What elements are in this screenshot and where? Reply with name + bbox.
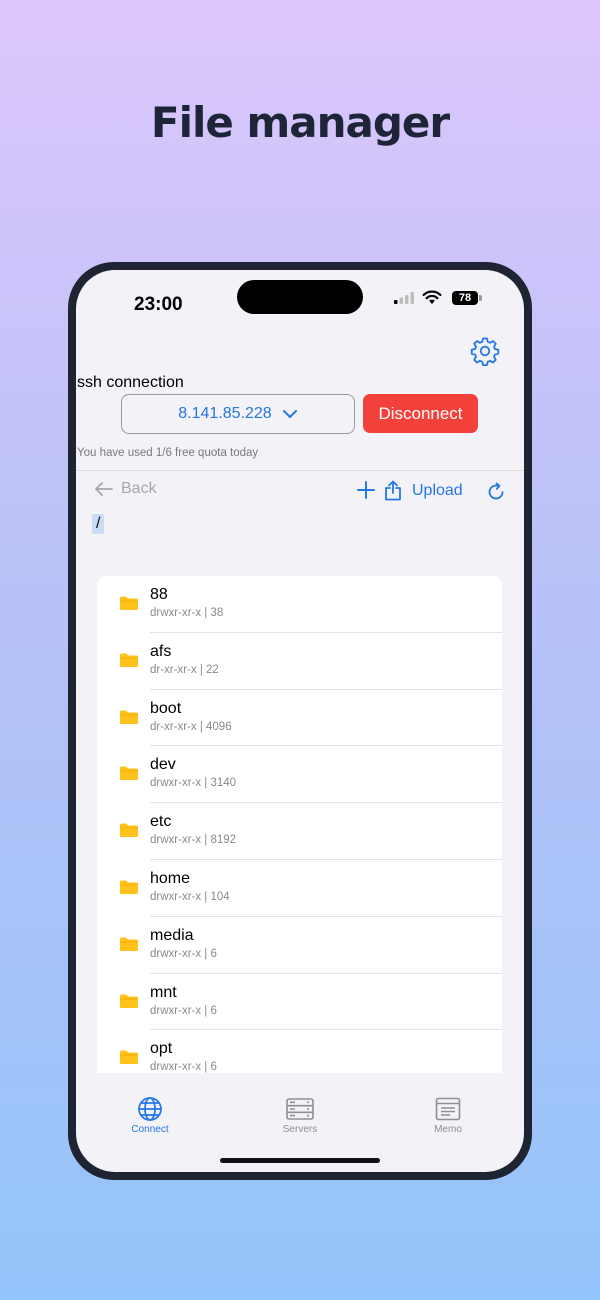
server-address-value: 8.141.85.228 <box>178 405 272 422</box>
file-row[interactable]: 88 drwxr-xr-x | 38 <box>97 576 502 633</box>
folder-icon <box>120 823 138 838</box>
file-permissions: drwxr-xr-x | 6 <box>150 1004 217 1017</box>
upload-label: Upload <box>412 481 463 499</box>
globe-icon <box>138 1097 162 1121</box>
file-name: etc <box>150 813 172 831</box>
tab-servers[interactable]: Servers <box>250 1090 350 1135</box>
status-time: 23:00 <box>134 294 183 315</box>
file-permissions: drwxr-xr-x | 6 <box>150 1061 217 1073</box>
file-name: opt <box>150 1040 173 1058</box>
tab-bar: Connect Servers Memo <box>76 1090 524 1150</box>
server-icon <box>286 1098 314 1120</box>
file-permissions: drwxr-xr-x | 3140 <box>150 777 237 790</box>
file-name: afs <box>150 642 172 660</box>
file-row[interactable]: etc drwxr-xr-x | 8192 <box>97 803 502 860</box>
settings-gear-icon[interactable] <box>470 336 500 366</box>
battery-tip <box>479 295 482 301</box>
file-row[interactable]: opt drwxr-xr-x | 6 <box>97 1030 502 1073</box>
app-screen: 23:00 78 ssh connection 8.141.85.228 Dis… <box>76 270 524 1172</box>
status-bar: 23:00 78 <box>76 270 524 330</box>
folder-icon <box>120 880 138 894</box>
file-name: dev <box>150 756 176 774</box>
tab-memo[interactable]: Memo <box>398 1090 498 1135</box>
quota-notice: You have used 1/6 free quota today <box>77 447 259 459</box>
memo-icon <box>435 1097 461 1121</box>
server-address-dropdown[interactable]: 8.141.85.228 <box>121 394 355 434</box>
file-name: mnt <box>150 983 177 1001</box>
file-row[interactable]: home drwxr-xr-x | 104 <box>97 860 502 917</box>
home-indicator <box>220 1158 380 1163</box>
folder-icon <box>120 766 138 781</box>
chevron-down-icon <box>282 410 297 418</box>
file-name: home <box>150 869 191 887</box>
dynamic-island <box>237 280 363 314</box>
share-upload-icon <box>385 480 401 501</box>
file-name: media <box>150 926 194 944</box>
file-permissions: dr-xr-xr-x | 4096 <box>150 720 232 733</box>
file-name: boot <box>150 699 182 717</box>
upload-button[interactable]: Upload <box>384 480 463 501</box>
tab-memo-label: Memo <box>434 1124 462 1135</box>
folder-icon <box>120 937 138 951</box>
tab-connect[interactable]: Connect <box>100 1090 200 1135</box>
folder-icon <box>120 653 138 667</box>
file-row[interactable]: afs dr-xr-xr-x | 22 <box>97 633 502 690</box>
back-button[interactable]: Back <box>94 480 157 498</box>
refresh-icon[interactable] <box>486 482 506 502</box>
promo-headline: File manager <box>150 98 450 147</box>
disconnect-button[interactable]: Disconnect <box>363 394 478 433</box>
section-divider <box>76 470 524 471</box>
folder-icon <box>120 596 138 610</box>
file-permissions: drwxr-xr-x | 8192 <box>150 834 237 847</box>
file-row[interactable]: mnt drwxr-xr-x | 6 <box>97 974 502 1031</box>
wifi-icon <box>422 290 442 304</box>
tab-connect-label: Connect <box>131 1124 169 1135</box>
battery-indicator: 78 <box>452 291 478 305</box>
arrow-left-icon <box>95 482 113 496</box>
file-row[interactable]: boot dr-xr-xr-x | 4096 <box>97 690 502 747</box>
file-name: 88 <box>150 586 168 603</box>
file-row[interactable]: dev drwxr-xr-x | 3140 <box>97 746 502 804</box>
phone-frame: 23:00 78 ssh connection 8.141.85.228 Dis… <box>68 262 532 1180</box>
file-list: 88 drwxr-xr-x | 38 afs dr-xr-xr-x | 22 boot d… <box>97 576 502 1073</box>
ssh-connection-label: ssh connection <box>77 374 184 391</box>
cellular-signal-icon <box>394 292 414 304</box>
tab-servers-label: Servers <box>282 1124 318 1135</box>
folder-icon <box>120 710 138 724</box>
file-permissions: drwxr-xr-x | 6 <box>150 947 217 960</box>
file-permissions: drwxr-xr-x | 104 <box>150 890 230 903</box>
add-plus-icon[interactable] <box>357 481 375 499</box>
folder-icon <box>120 1050 138 1065</box>
current-path[interactable]: / <box>92 514 105 534</box>
folder-icon <box>120 994 138 1008</box>
file-permissions: dr-xr-xr-x | 22 <box>150 663 219 676</box>
back-label: Back <box>121 480 157 497</box>
file-permissions: drwxr-xr-x | 38 <box>150 607 224 619</box>
file-row[interactable]: media drwxr-xr-x | 6 <box>97 917 502 974</box>
